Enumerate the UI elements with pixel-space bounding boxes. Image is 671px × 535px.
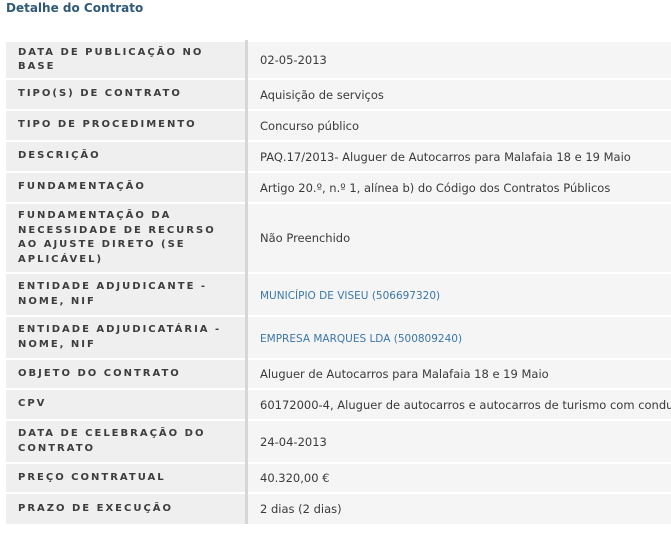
value-legal-basis: Artigo 20.º, n.º 1, alínea b) do Código …	[246, 171, 671, 203]
label-execution-period: Prazo de execução	[6, 492, 248, 524]
awarded-entity-link[interactable]: EMPRESA MARQUES LDA (500809240)	[260, 333, 462, 345]
label-legal-basis: Fundamentação	[6, 171, 248, 203]
row-legal-basis: Fundamentação Artigo 20.º, n.º 1, alínea…	[6, 171, 671, 203]
value-contract-object: Aluguer de Autocarros para Malafaia 18 e…	[246, 358, 671, 389]
value-execution-period: 2 dias (2 dias)	[246, 492, 671, 524]
value-contracting-entity: MUNICÍPIO DE VISEU (506697320)	[246, 272, 671, 316]
value-description: PAQ.17/2013- Aluguer de Autocarros para …	[246, 140, 671, 172]
label-publication-date: Data de publicação no BASE	[6, 40, 248, 79]
row-contract-price: Preço contratual 40.320,00 €	[6, 462, 671, 493]
row-contract-type: Tipo(s) de contrato Aquisição de serviço…	[6, 78, 671, 110]
row-direct-award-justification: Fundamentação da necessidade de recurso …	[6, 202, 671, 273]
label-awarded-entity: Entidade adjudicatária - Nome, NIF	[6, 315, 248, 359]
row-contracting-entity: Entidade adjudicante - Nome, NIF MUNICÍP…	[6, 272, 671, 316]
row-execution-period: Prazo de execução 2 dias (2 dias)	[6, 492, 671, 524]
value-publication-date: 02-05-2013	[246, 40, 671, 79]
label-procedure-type: Tipo de procedimento	[6, 109, 248, 141]
label-direct-award-justification: Fundamentação da necessidade de recurso …	[6, 202, 248, 273]
label-description: Descrição	[6, 140, 248, 172]
row-contract-object: Objeto do contrato Aluguer de Autocarros…	[6, 358, 671, 389]
row-description: Descrição PAQ.17/2013- Aluguer de Autoca…	[6, 140, 671, 172]
value-awarded-entity: EMPRESA MARQUES LDA (500809240)	[246, 315, 671, 359]
row-cpv: CPV 60172000-4, Aluguer de autocarros e …	[6, 388, 671, 420]
label-contracting-entity: Entidade adjudicante - Nome, NIF	[6, 272, 248, 316]
value-signature-date: 24-04-2013	[246, 419, 671, 463]
row-publication-date: Data de publicação no BASE 02-05-2013	[6, 40, 671, 79]
value-contract-price: 40.320,00 €	[246, 462, 671, 493]
contracting-entity-link[interactable]: MUNICÍPIO DE VISEU (506697320)	[260, 290, 440, 302]
row-procedure-type: Tipo de procedimento Concurso público	[6, 109, 671, 141]
label-contract-object: Objeto do contrato	[6, 358, 248, 389]
label-contract-price: Preço contratual	[6, 462, 248, 493]
label-signature-date: Data de celebração do contrato	[6, 419, 248, 463]
label-cpv: CPV	[6, 388, 248, 420]
value-direct-award-justification: Não Preenchido	[246, 202, 671, 273]
row-awarded-entity: Entidade adjudicatária - Nome, NIF EMPRE…	[6, 315, 671, 359]
row-signature-date: Data de celebração do contrato 24-04-201…	[6, 419, 671, 463]
label-contract-type: Tipo(s) de contrato	[6, 78, 248, 110]
page-title: Detalhe do Contrato	[6, 1, 144, 15]
contract-details-table: Data de publicação no BASE 02-05-2013 Ti…	[6, 40, 671, 524]
value-contract-type: Aquisição de serviços	[246, 78, 671, 110]
value-procedure-type: Concurso público	[246, 109, 671, 141]
value-cpv: 60172000-4, Aluguer de autocarros e auto…	[246, 388, 671, 420]
